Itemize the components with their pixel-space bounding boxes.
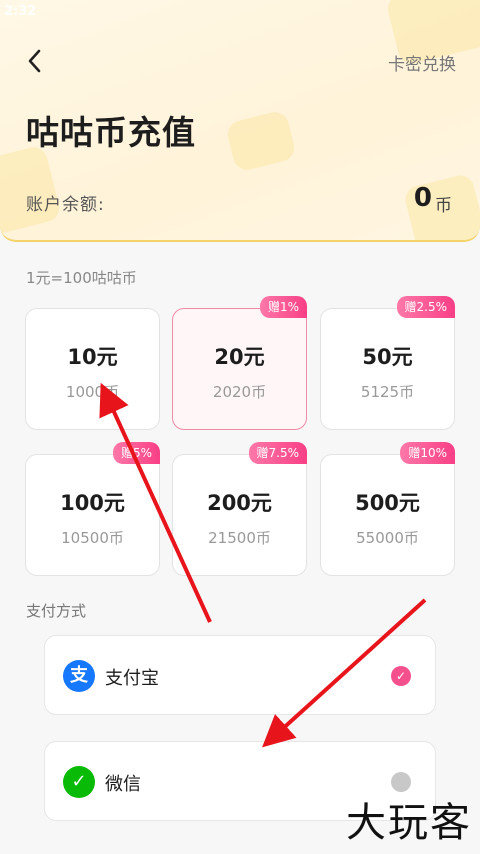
package-card-500[interactable]: 赠10% 500元 55000币 (320, 442, 455, 576)
balance-unit: 币 (435, 196, 452, 216)
package-price: 50元 (362, 345, 413, 369)
radio-unselected-icon[interactable] (391, 772, 411, 792)
payment-name: 微信 (105, 774, 141, 795)
payment-option-alipay[interactable]: 支 支付宝 ✓ (44, 635, 436, 715)
watermark-logo: 大玩客 (346, 800, 472, 846)
package-price: 200元 (207, 491, 272, 515)
package-card-100[interactable]: 赠5% 100元 10500币 (25, 442, 160, 576)
package-price: 20元 (214, 345, 265, 369)
status-time: 2:32 (4, 4, 37, 19)
header-panel: 2:32 卡密兑换 咕咕币充值 账户余额: 0 币 (0, 0, 480, 242)
package-price: 100元 (60, 491, 125, 515)
bonus-badge: 赠7.5% (248, 442, 307, 464)
package-coins: 1000币 (65, 383, 120, 401)
card-redeem-link[interactable]: 卡密兑换 (388, 50, 456, 75)
package-card-10[interactable]: 10元 1000币 (25, 308, 160, 430)
back-arrow-icon[interactable] (22, 46, 48, 76)
wechat-icon: ✓ (63, 766, 95, 798)
package-coins: 21500币 (208, 529, 271, 547)
package-coins: 5125币 (360, 383, 415, 401)
decorative-coin-icon (224, 109, 298, 173)
package-coins: 10500币 (61, 529, 124, 547)
package-coins: 55000币 (356, 529, 419, 547)
bonus-badge: 赠10% (400, 442, 455, 464)
bonus-badge: 赠2.5% (396, 296, 455, 318)
radio-selected-icon[interactable]: ✓ (391, 666, 411, 686)
package-card-50[interactable]: 赠2.5% 50元 5125币 (320, 296, 455, 430)
balance-label: 账户余额: (26, 195, 105, 215)
exchange-rate-text: 1元=100咕咕币 (26, 269, 137, 287)
page-title: 咕咕币充值 (26, 113, 196, 152)
payment-name: 支付宝 (105, 668, 159, 689)
balance-value: 0 (413, 183, 432, 213)
package-price: 10元 (67, 345, 118, 369)
bonus-badge: 赠5% (112, 442, 160, 464)
package-coins: 2020币 (212, 383, 267, 401)
bonus-badge: 赠1% (259, 296, 307, 318)
package-card-200[interactable]: 赠7.5% 200元 21500币 (172, 442, 307, 576)
package-price: 500元 (355, 491, 420, 515)
package-card-20[interactable]: 赠1% 20元 2020币 (172, 296, 307, 430)
payment-method-label: 支付方式 (26, 602, 87, 620)
alipay-icon: 支 (63, 660, 95, 692)
